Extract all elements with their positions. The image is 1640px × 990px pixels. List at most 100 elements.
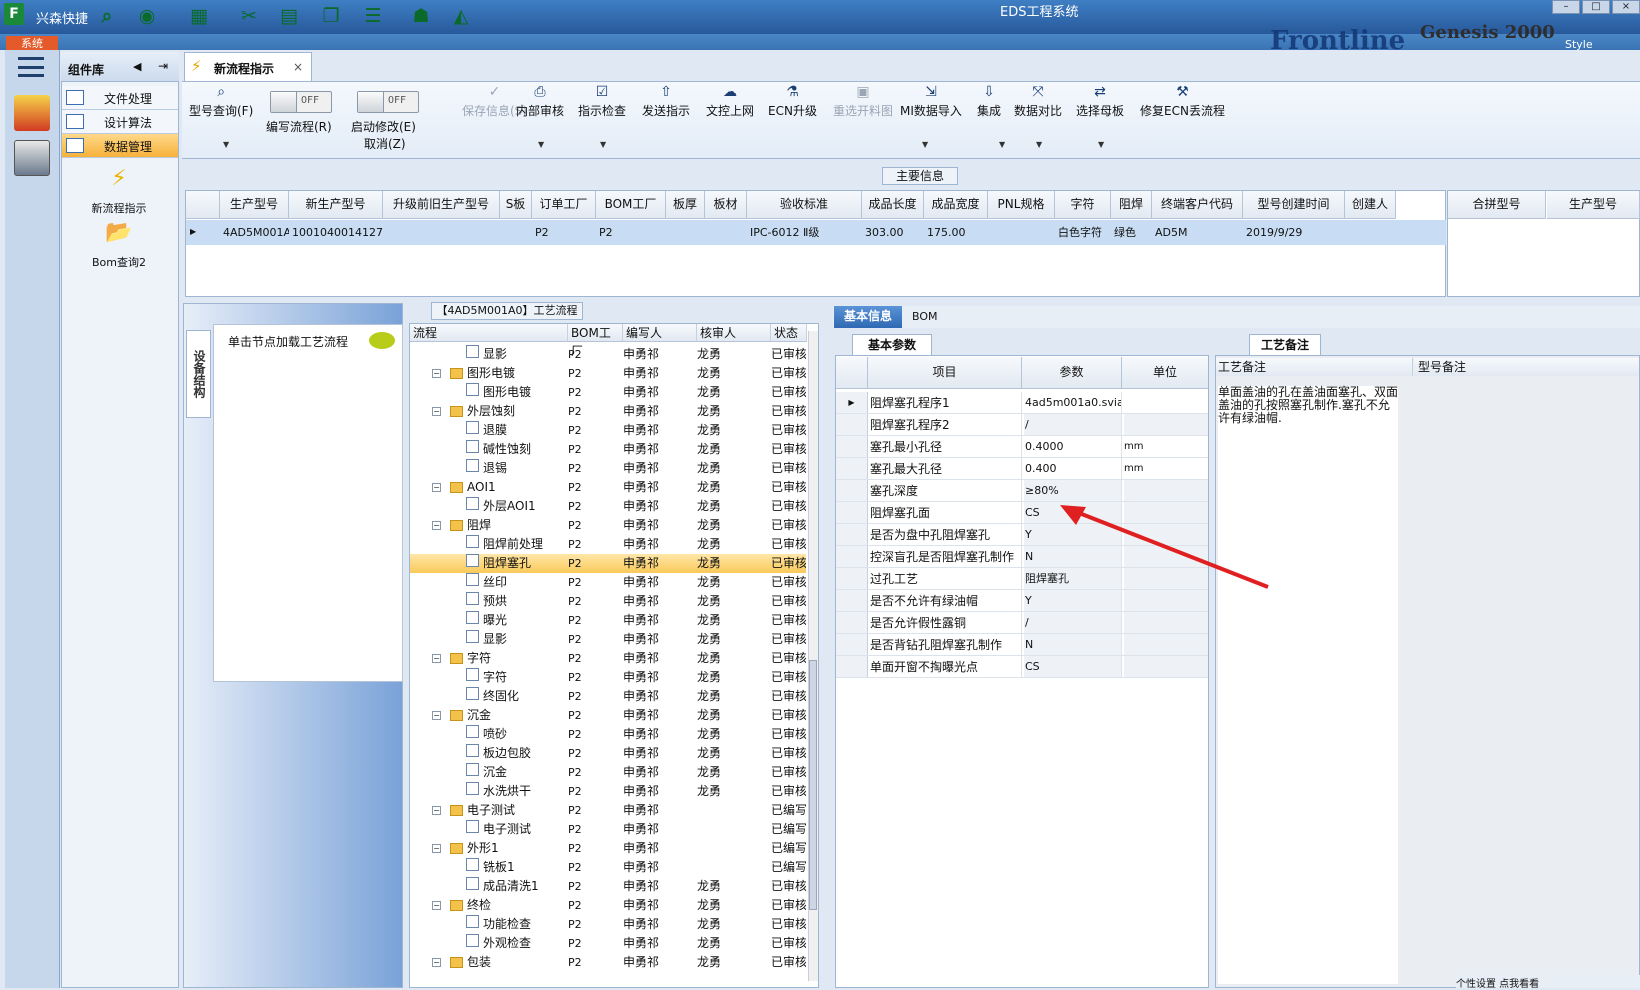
- row-header[interactable]: ▶: [836, 392, 868, 413]
- main-col-header[interactable]: PNL规格: [988, 191, 1055, 219]
- main-col-header[interactable]: 生产型号: [220, 191, 289, 219]
- list-item[interactable]: − 沉金 P2 申勇祁 龙勇 已审核: [410, 706, 806, 725]
- sidebar-item[interactable]: 数据管理: [62, 134, 178, 158]
- toolbar-button[interactable]: ⎙ 内部审核: [516, 84, 564, 119]
- row-header[interactable]: [836, 634, 868, 655]
- main-col-header[interactable]: 新生产型号: [289, 191, 383, 219]
- list-item[interactable]: 显影 P2 申勇祁 龙勇 已审核: [410, 630, 806, 649]
- table-cell[interactable]: [383, 221, 500, 245]
- chevron-down-icon[interactable]: ▼: [1036, 140, 1042, 149]
- grid-icon[interactable]: ▦: [186, 3, 212, 29]
- table-cell[interactable]: P2: [596, 221, 666, 245]
- list-item[interactable]: − 字符 P2 申勇祁 龙勇 已审核: [410, 649, 806, 668]
- list-item[interactable]: 喷砂 P2 申勇祁 龙勇 已审核: [410, 725, 806, 744]
- expand-toggle-icon[interactable]: −: [432, 844, 441, 853]
- folder-open-icon[interactable]: 📂: [69, 220, 169, 245]
- machine-icon[interactable]: [14, 140, 50, 176]
- toolbar-button[interactable]: ⚗ ECN升级: [768, 84, 817, 119]
- list-item[interactable]: − AOI1 P2 申勇祁 龙勇 已审核: [410, 478, 806, 497]
- main-col-header[interactable]: 创建人: [1345, 191, 1396, 219]
- table-cell[interactable]: 4AD5M001A0: [220, 221, 289, 245]
- flow-scrollbar-thumb[interactable]: [809, 660, 817, 910]
- merge-col-header[interactable]: 生产型号: [1547, 191, 1640, 219]
- param-value-cell[interactable]: 4ad5m001a0.svia: [1024, 392, 1122, 413]
- collapse-left-icon[interactable]: ◀: [133, 60, 141, 73]
- list-item[interactable]: − 外层蚀刻 P2 申勇祁 龙勇 已审核: [410, 402, 806, 421]
- list-item[interactable]: 预烘 P2 申勇祁 龙勇 已审核: [410, 592, 806, 611]
- param-col-header[interactable]: 单位: [1122, 357, 1208, 389]
- main-col-header[interactable]: 验收标准: [747, 191, 862, 219]
- toolbar-button[interactable]: 启动修改(E): [351, 118, 416, 135]
- table-cell[interactable]: [988, 221, 1055, 245]
- factory-icon[interactable]: [14, 95, 50, 131]
- tab-basic-info[interactable]: 基本信息: [834, 306, 902, 328]
- table-cell[interactable]: [500, 221, 532, 245]
- table-cell[interactable]: 白色字符: [1055, 221, 1111, 245]
- toolbar-button[interactable]: ⤧ 数据对比: [1014, 84, 1062, 119]
- library-item-label[interactable]: 新流程指示: [69, 200, 169, 216]
- flow-col-header[interactable]: BOM工厂: [568, 324, 623, 358]
- flow-col-header[interactable]: 核审人: [697, 324, 771, 342]
- main-col-header[interactable]: 字符: [1055, 191, 1111, 219]
- list-item[interactable]: − 图形电镀 P2 申勇祁 龙勇 已审核: [410, 364, 806, 383]
- row-header[interactable]: [836, 436, 868, 457]
- list-item[interactable]: 外观检查 P2 申勇祁 龙勇 已审核: [410, 934, 806, 953]
- table-cell[interactable]: 10010400141274: [289, 221, 383, 245]
- list-item[interactable]: 成品清洗1 P2 申勇祁 龙勇 已审核: [410, 877, 806, 896]
- param-value-cell[interactable]: 0.400: [1024, 458, 1122, 479]
- list-item[interactable]: 铣板1 P2 申勇祁 已编写: [410, 858, 806, 877]
- main-col-header[interactable]: 升级前旧生产型号: [383, 191, 500, 219]
- table-row[interactable]: ▶ 阻焊塞孔程序1 4ad5m001a0.svia: [836, 392, 1208, 414]
- param-value-cell[interactable]: /: [1024, 414, 1122, 435]
- search-icon[interactable]: ⌕: [94, 3, 120, 29]
- toolbar-button[interactable]: ⌕ 型号查询(F): [189, 84, 253, 119]
- list-item[interactable]: 退膜 P2 申勇祁 龙勇 已审核: [410, 421, 806, 440]
- table-row[interactable]: 是否允许假性露铜 /: [836, 612, 1208, 634]
- sidebar-item[interactable]: 文件处理: [62, 86, 178, 110]
- tab-bom[interactable]: BOM: [912, 310, 938, 323]
- library-item-label[interactable]: Bom查询2: [69, 254, 169, 270]
- table-cell[interactable]: [666, 221, 705, 245]
- table-row[interactable]: 单面开窗不掏曝光点 CS: [836, 656, 1208, 678]
- toolbar-button[interactable]: ⇄ 选择母板: [1076, 84, 1124, 119]
- row-header[interactable]: [836, 458, 868, 479]
- main-col-header[interactable]: 成品长度: [862, 191, 924, 219]
- table-cell[interactable]: 303.00: [862, 221, 924, 245]
- toolbar-button[interactable]: ⇩ 集成: [977, 84, 1001, 119]
- system-tab[interactable]: 系统: [6, 36, 58, 51]
- user-icon[interactable]: ☗: [408, 3, 434, 29]
- main-col-header[interactable]: 板厚: [666, 191, 705, 219]
- globe-icon[interactable]: ◉: [134, 3, 160, 29]
- chevron-down-icon[interactable]: ▼: [999, 140, 1005, 149]
- toolbar-button[interactable]: ☑ 指示检查: [578, 84, 626, 119]
- expand-toggle-icon[interactable]: −: [432, 407, 441, 416]
- chevron-down-icon[interactable]: ▼: [538, 140, 544, 149]
- param-value-cell[interactable]: 0.4000: [1024, 436, 1122, 457]
- menu-icon[interactable]: [18, 57, 44, 77]
- minimize-button[interactable]: –: [1552, 0, 1580, 14]
- expand-toggle-icon[interactable]: −: [432, 369, 441, 378]
- table-cell[interactable]: [705, 221, 747, 245]
- toggle-switch[interactable]: OFF: [357, 91, 419, 113]
- expand-toggle-icon[interactable]: −: [432, 711, 441, 720]
- table-cell[interactable]: P2: [532, 221, 596, 245]
- film-icon[interactable]: ▤: [276, 3, 302, 29]
- row-header[interactable]: [836, 590, 868, 611]
- toolbar-button[interactable]: ⇧ 发送指示: [642, 84, 690, 119]
- list-item[interactable]: 碱性蚀刻 P2 申勇祁 龙勇 已审核: [410, 440, 806, 459]
- scissors-icon[interactable]: ✂: [236, 3, 262, 29]
- close-window-button[interactable]: ×: [1612, 0, 1640, 14]
- list-item[interactable]: − 外形1 P2 申勇祁 已编写: [410, 839, 806, 858]
- flow-col-header[interactable]: 编写人: [623, 324, 697, 342]
- list-icon[interactable]: ☰: [360, 3, 386, 29]
- list-item[interactable]: 字符 P2 申勇祁 龙勇 已审核: [410, 668, 806, 687]
- main-col-header[interactable]: BOM工厂: [596, 191, 666, 219]
- remark-textarea[interactable]: 单面盖油的孔在盖油面塞孔、双面盖油的孔按照塞孔制作.塞孔不允许有绿油帽.: [1218, 386, 1398, 984]
- style-menu[interactable]: Style: [1565, 38, 1593, 51]
- list-item[interactable]: 图形电镀 P2 申勇祁 龙勇 已审核: [410, 383, 806, 402]
- list-item[interactable]: 沉金 P2 申勇祁 龙勇 已审核: [410, 763, 806, 782]
- row-header[interactable]: [836, 568, 868, 589]
- main-col-header[interactable]: 型号创建时间: [1243, 191, 1345, 219]
- chevron-down-icon[interactable]: ▼: [600, 140, 606, 149]
- sidebar-item[interactable]: 设计算法: [62, 110, 178, 134]
